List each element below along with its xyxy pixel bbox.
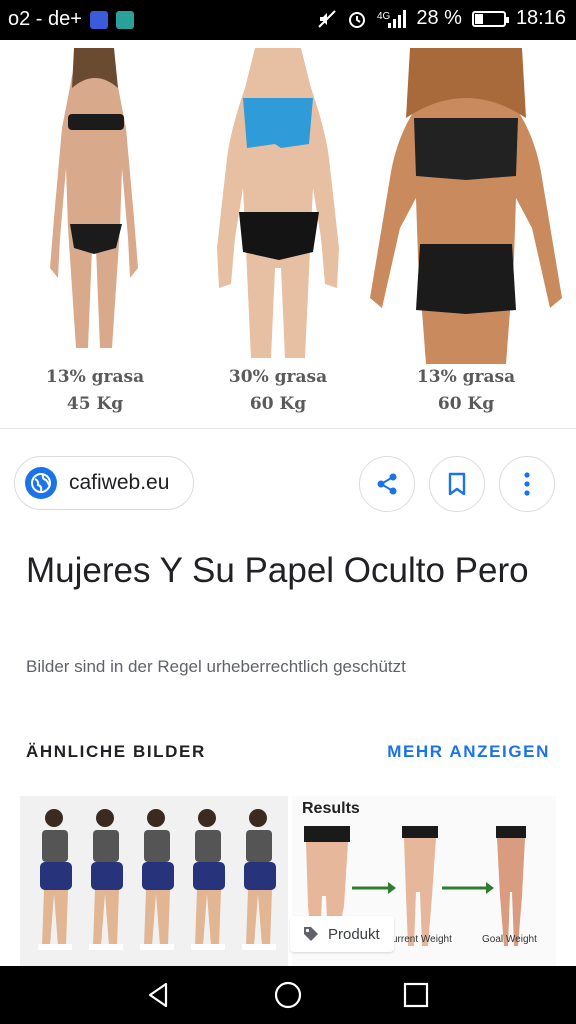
related-image-1[interactable] bbox=[20, 796, 288, 966]
figure-average: 30% grasa 60 Kg bbox=[180, 40, 376, 428]
product-chip[interactable]: Produkt bbox=[290, 916, 394, 952]
copyright-note: Bilder sind in der Regel urheberrechtlic… bbox=[26, 657, 406, 676]
bookmark-button[interactable] bbox=[429, 456, 485, 512]
share-button[interactable] bbox=[359, 456, 415, 512]
app-notification-icon bbox=[89, 10, 108, 29]
source-chip[interactable]: cafiweb.eu bbox=[14, 456, 194, 510]
source-domain: cafiweb.eu bbox=[69, 471, 170, 494]
globe-icon bbox=[25, 467, 57, 499]
battery-percent: 28 % bbox=[416, 7, 462, 29]
alarm-icon bbox=[349, 11, 365, 28]
more-options-button[interactable] bbox=[499, 456, 555, 512]
tag-icon bbox=[304, 927, 318, 941]
goal-weight-label: Goal Weight bbox=[482, 934, 537, 945]
home-icon[interactable] bbox=[273, 980, 303, 1010]
signal-icon bbox=[388, 9, 407, 28]
progression-figure bbox=[89, 809, 123, 950]
carrier-label: o2 - de+ bbox=[8, 8, 82, 30]
figure-athletic: 13% grasa 60 Kg bbox=[356, 40, 576, 428]
figure-caption: 13% grasa 60 Kg bbox=[416, 367, 516, 414]
progression-figure bbox=[191, 809, 225, 950]
figure-caption: 30% grasa 60 Kg bbox=[228, 367, 328, 414]
battery-icon bbox=[471, 10, 509, 27]
more-vert-icon bbox=[524, 472, 530, 496]
silent-icon bbox=[318, 9, 336, 28]
product-chip-label: Produkt bbox=[328, 925, 380, 943]
figure-caption: 13% grasa 45 Kg bbox=[45, 367, 145, 414]
gallery-notification-icon bbox=[115, 10, 134, 29]
progression-figure bbox=[38, 809, 72, 950]
clock: 18:16 bbox=[515, 7, 566, 29]
back-icon[interactable] bbox=[144, 980, 174, 1010]
navigation-bar bbox=[0, 966, 576, 1024]
divider bbox=[0, 428, 576, 429]
recents-icon[interactable] bbox=[401, 980, 431, 1010]
image-title[interactable]: Mujeres Y Su Papel Oculto Pero bbox=[26, 546, 546, 596]
main-image[interactable]: 13% grasa 45 Kg 30% grasa 60 Kg 13% gras… bbox=[0, 40, 576, 428]
figure-thin: 13% grasa 45 Kg bbox=[0, 40, 190, 428]
status-bar: o2 - de+ 4G 28 % 18:16 bbox=[0, 0, 576, 40]
current-weight-label: urrent Weight bbox=[392, 934, 452, 945]
share-icon bbox=[377, 473, 397, 495]
progression-figure bbox=[242, 809, 276, 950]
related-images-heading: ÄHNLICHE BILDER bbox=[26, 742, 206, 761]
progression-figure bbox=[140, 809, 174, 950]
network-type: 4G bbox=[377, 10, 391, 22]
weight-progression-figures bbox=[38, 809, 276, 950]
bookmark-icon bbox=[448, 472, 466, 496]
show-more-link[interactable]: MEHR ANZEIGEN bbox=[387, 742, 550, 762]
